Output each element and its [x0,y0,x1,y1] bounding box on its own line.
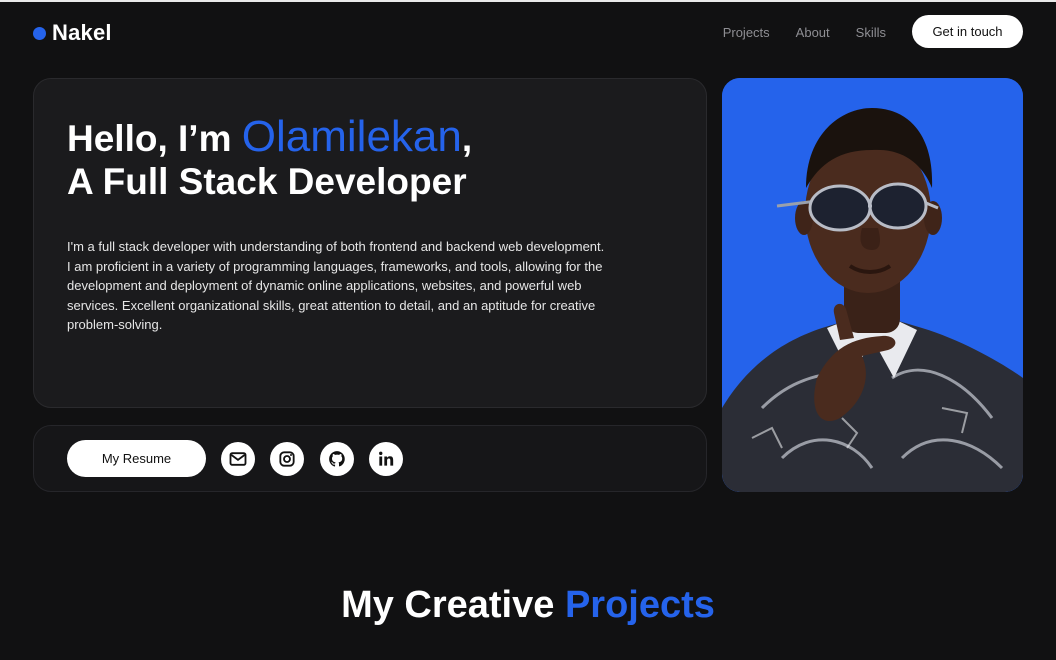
hero-card: Hello, I’m Olamilekan, A Full Stack Deve… [33,78,707,408]
nav-link-skills[interactable]: Skills [856,25,886,40]
hero-greeting: Hello, I’m [67,118,242,159]
section-title-plain: My Creative [341,584,565,626]
brand-name: Nakel [52,20,112,45]
github-icon[interactable] [320,442,354,476]
hero-role: A Full Stack Developer [67,161,467,202]
section-title: My Creative Projects [0,584,1056,627]
nav-link-projects[interactable]: Projects [723,25,770,40]
top-nav: Nakel Projects About Skills Get in touch [0,2,1056,64]
hero-title: Hello, I’m Olamilekan, A Full Stack Deve… [67,115,472,203]
instagram-icon[interactable] [270,442,304,476]
nav-links: Projects About Skills [723,25,886,40]
profile-photo [722,78,1023,492]
nav-link-about[interactable]: About [796,25,830,40]
mail-icon[interactable] [221,442,255,476]
profile-portrait-illustration [722,78,1023,492]
hero-description: I'm a full stack developer with understa… [67,239,605,333]
hero-comma: , [461,118,473,159]
resume-button[interactable]: My Resume [67,440,206,477]
brand-dot-icon [33,26,46,40]
get-in-touch-button[interactable]: Get in touch [912,15,1023,48]
action-bar: My Resume [33,425,707,492]
hero-name: Olamilekan [241,112,462,161]
section-title-accent: Projects [564,584,715,626]
brand-logo[interactable]: Nakel [33,20,112,46]
linkedin-icon[interactable] [369,442,403,476]
